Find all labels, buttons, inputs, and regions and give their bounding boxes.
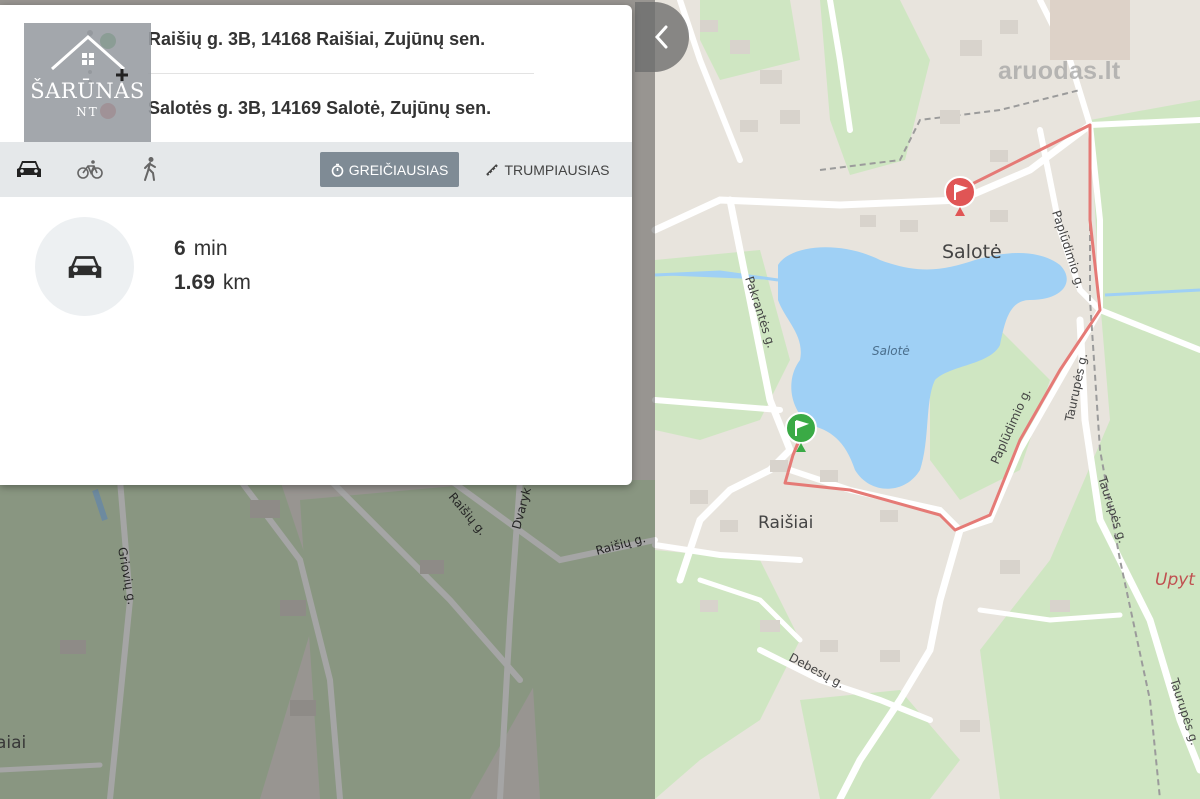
shortest-route-button[interactable]: TRUMPIAUSIAS <box>476 152 619 187</box>
travel-distance-unit: km <box>222 271 251 294</box>
village-label-upyte: Upyt <box>1155 570 1196 590</box>
travel-distance-value: 1.69 <box>174 271 215 294</box>
logo-name: ŠARŪNAS <box>30 79 145 103</box>
house-icon <box>51 34 128 81</box>
address-divider <box>148 73 534 74</box>
fastest-label: GREIČIAUSIAS <box>348 161 449 178</box>
destination-address: Salotės g. 3B, 14169 Salotė, Zujūnų sen. <box>148 98 492 118</box>
travel-time: 6 min <box>174 237 228 261</box>
car-icon <box>17 161 41 177</box>
travel-time-value: 6 <box>174 237 186 260</box>
chevron-left-icon <box>654 25 668 49</box>
ruler-icon <box>486 163 499 176</box>
walking-icon <box>144 157 156 181</box>
fastest-route-button[interactable]: GREIČIAUSIAS <box>320 152 459 187</box>
stopwatch-icon <box>331 163 344 177</box>
travel-time-unit: min <box>193 237 228 260</box>
village-label-raisiai: Raišiai <box>758 513 813 533</box>
route-panel: Raišių g. 3B, 14168 Raišiai, Zujūnų sen.… <box>0 5 632 485</box>
origin-field[interactable]: Raišių g. 3B, 14168 Raišiai, Zujūnų sen. <box>148 29 528 50</box>
mode-car[interactable] <box>13 155 45 183</box>
travel-distance: 1.69 km <box>174 271 251 295</box>
result-mode-badge <box>35 217 134 316</box>
sarunas-nt-logo: ŠARŪNAS NT <box>24 23 151 151</box>
mode-bicycle[interactable] <box>74 155 106 183</box>
mode-walking[interactable] <box>134 155 166 183</box>
logo-sub: NT <box>76 105 99 119</box>
shortest-label: TRUMPIAUSIAS <box>504 161 610 178</box>
bicycle-icon <box>77 160 103 179</box>
lake-label: Salotė <box>872 344 910 358</box>
village-label-raisiai-left: aiai <box>0 733 26 753</box>
aruodas-watermark: aruodas.lt <box>998 57 1121 85</box>
travel-mode-bar: GREIČIAUSIAS TRUMPIAUSIAS <box>0 142 632 197</box>
origin-address: Raišių g. 3B, 14168 Raišiai, Zujūnų sen. <box>148 29 486 49</box>
village-label-salote: Salotė <box>942 241 1002 263</box>
car-icon <box>68 255 101 278</box>
destination-field[interactable]: Salotės g. 3B, 14169 Salotė, Zujūnų sen. <box>148 98 528 119</box>
